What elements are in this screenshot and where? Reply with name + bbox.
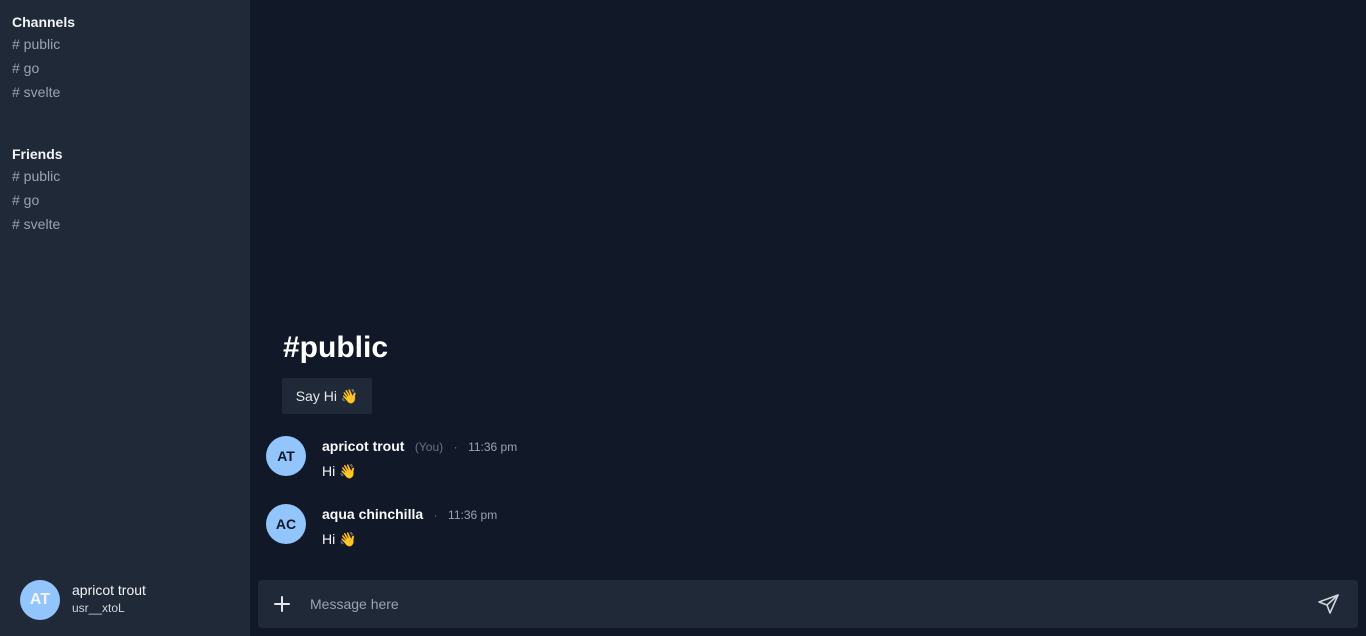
say-hi-button[interactable]: Say Hi 👋 [282, 378, 372, 414]
message-header: apricot trout (You) · 11:36 pm [322, 438, 517, 455]
page-title: #public [283, 331, 389, 364]
list-item: AC aqua chinchilla · 11:36 pm Hi 👋 [266, 504, 1346, 554]
friends-section: Friends # public # go # svelte [12, 144, 63, 236]
sidebar: Channels # public # go # svelte Friends … [0, 0, 250, 636]
attach-button[interactable] [270, 592, 294, 616]
channels-section: Channels # public # go # svelte [12, 12, 75, 104]
current-user-name: apricot trout [72, 582, 146, 598]
channels-heading: Channels [12, 14, 76, 30]
message-header: aqua chinchilla · 11:36 pm [322, 506, 497, 523]
separator: · [433, 508, 438, 522]
message-author[interactable]: aqua chinchilla [322, 506, 423, 522]
message-composer [258, 580, 1358, 628]
message-timestamp: 11:36 pm [468, 440, 518, 454]
sidebar-item-svelte[interactable]: # svelte [12, 80, 75, 104]
message-input[interactable] [310, 592, 1290, 616]
separator: · [453, 440, 458, 454]
sidebar-item-go[interactable]: # go [12, 56, 75, 80]
send-button[interactable] [1316, 591, 1342, 617]
avatar[interactable]: AT [266, 436, 306, 476]
list-item: AT apricot trout (You) · 11:36 pm Hi 👋 [266, 436, 1346, 486]
send-icon [1318, 594, 1339, 614]
friend-item-public[interactable]: # public [12, 164, 63, 188]
friend-item-svelte[interactable]: # svelte [12, 212, 63, 236]
you-tag: (You) [414, 440, 444, 454]
message-timestamp: 11:36 pm [448, 508, 498, 522]
current-user-id: usr__xtoL [72, 601, 125, 615]
friends-heading: Friends [12, 146, 63, 162]
message-text: Hi 👋 [322, 463, 357, 479]
chat-main: #public Say Hi 👋 AT apricot trout (You) … [250, 0, 1366, 636]
avatar[interactable]: AC [266, 504, 306, 544]
current-user-panel: AT apricot trout usr__xtoL [20, 580, 240, 620]
sidebar-item-public[interactable]: # public [12, 32, 75, 56]
avatar[interactable]: AT [20, 580, 60, 620]
message-text: Hi 👋 [322, 531, 357, 547]
message-author[interactable]: apricot trout [322, 438, 404, 454]
plus-icon [274, 596, 290, 612]
friend-item-go[interactable]: # go [12, 188, 63, 212]
